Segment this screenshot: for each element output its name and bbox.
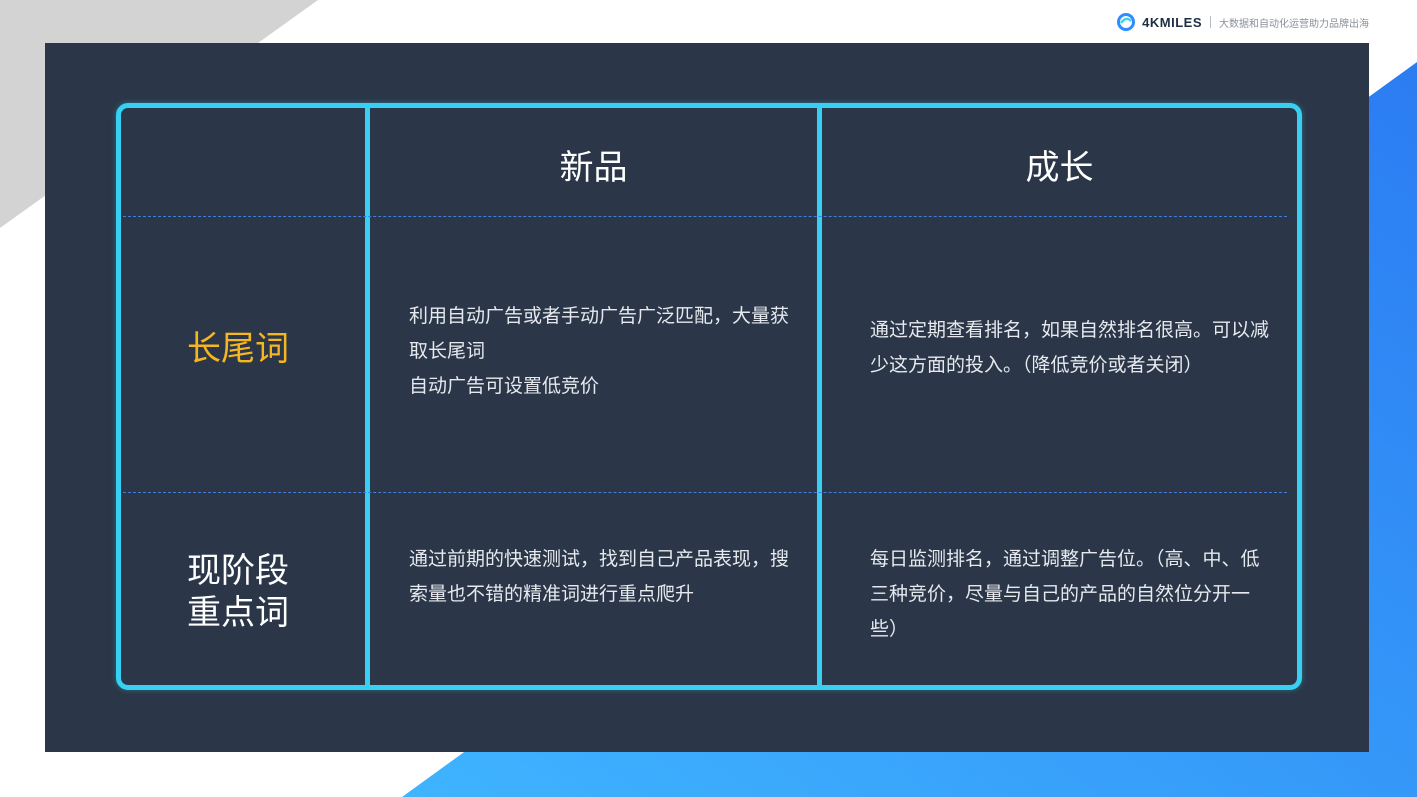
brand-divider [1210, 16, 1211, 28]
row-label-key-words: 现阶段 重点词 [187, 551, 289, 633]
brand-header: 4KMILES 大数据和自动化运营助力品牌出海 [1116, 10, 1369, 34]
column-divider [365, 108, 370, 685]
row-divider [123, 492, 1287, 493]
row-divider [123, 216, 1287, 217]
4kmiles-logo-icon [1117, 13, 1136, 31]
brand-logo-text: 4KMILES [1142, 14, 1202, 30]
table-cell: 每日监测排名，通过调整广告位。（高、中、低三种竞价，尽量与自己的产品的自然位分开… [870, 548, 1260, 640]
row-label-long-tail: 长尾词 [187, 329, 289, 369]
column-header-new-product: 新品 [559, 148, 628, 188]
keyword-strategy-table: 新品 成长 长尾词 利用自动广告或者手动广告广泛匹配，大量获取长尾词 自动广告可… [116, 103, 1302, 690]
brand-tagline: 大数据和自动化运营助力品牌出海 [1219, 18, 1369, 30]
column-divider [817, 108, 822, 685]
table-cell: 通过定期查看排名，如果自然排名很高。可以减少这方面的投入。（降低竞价或者关闭） [870, 319, 1270, 376]
table-cell: 利用自动广告或者手动广告广泛匹配，大量获取长尾词 自动广告可设置低竞价 [409, 305, 790, 397]
table-cell: 通过前期的快速测试，找到自己产品表现，搜索量也不错的精准词进行重点爬升 [409, 548, 790, 605]
column-header-growth: 成长 [1025, 148, 1094, 188]
